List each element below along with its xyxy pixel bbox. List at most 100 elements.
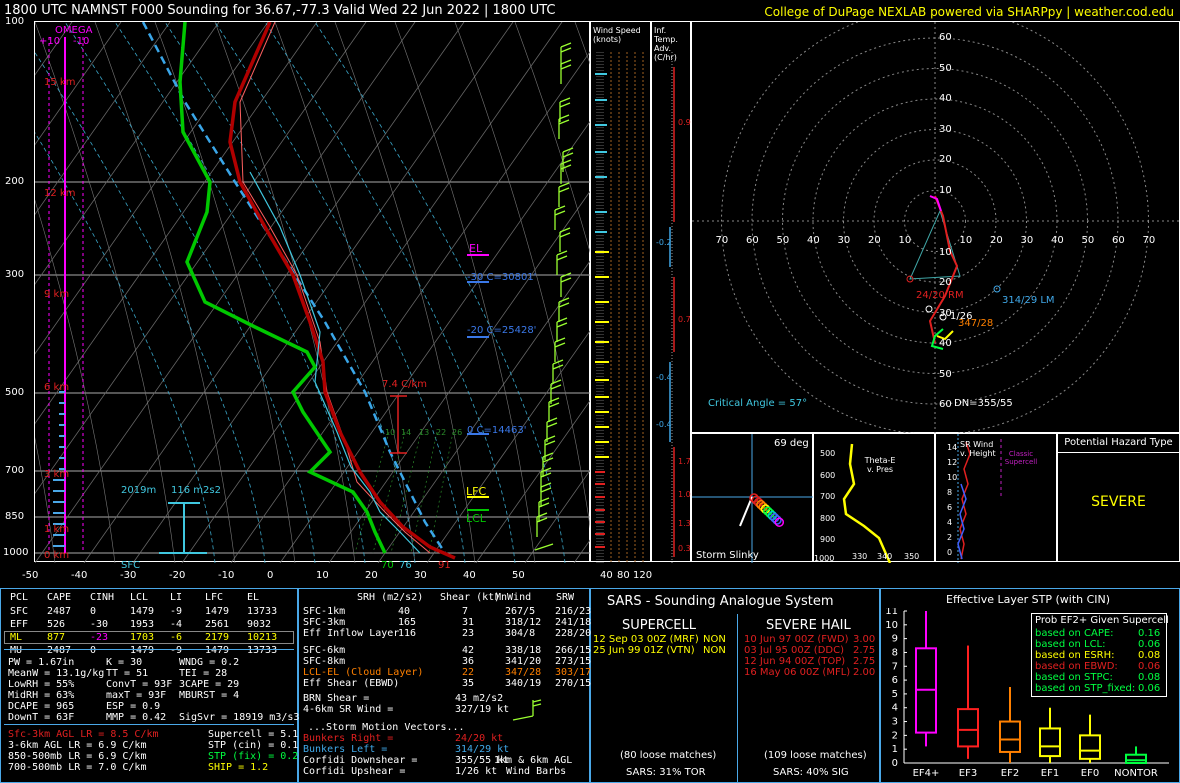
stp-ytick: 8 [892, 647, 898, 658]
wind-axis-label: 80 [617, 570, 630, 581]
kinematics-label: SFC-6km [303, 645, 346, 656]
parcel-header: CINH [90, 592, 115, 603]
thermo-divider [4, 724, 294, 725]
pressure-label: 1000 [3, 547, 29, 558]
hazard-title: Potential Hazard Type [1058, 434, 1179, 453]
thermo-value: MidRH = 63% [8, 690, 75, 701]
stp-ytick: 5 [892, 689, 898, 700]
parcel-header: PCL [10, 592, 29, 603]
kinematics-shear: 42 [462, 645, 475, 656]
mixing-ratio-label: 13 [419, 428, 430, 437]
prob-value: 0.08 [1138, 672, 1161, 683]
stp-title: Effective Layer STP (with CIN) [946, 593, 1111, 606]
pressure-label: 100 [5, 16, 25, 27]
kinematics-mnwind: 304/8 [505, 628, 536, 639]
kinematics-srw: 303/17 [555, 667, 592, 678]
temp-advection-value: 0.9 [678, 118, 691, 127]
kinematics-shear: 35 [462, 678, 475, 689]
prob-label: based on STP_fixed: [1035, 683, 1136, 694]
prob-label: based on EBWD: [1035, 661, 1118, 672]
hail-analog-date: 12 Jun 94 00Z (TOP) [744, 656, 846, 667]
thermo-value: MeanW = 13.1g/kg [8, 668, 105, 679]
kinematics-label: LCL-EL (Cloud Layer) [303, 667, 424, 678]
parcel-cell: 13733 [247, 645, 278, 656]
lapse-rate-label: 7.4 C/km [382, 379, 427, 390]
stp-box [1125, 746, 1147, 764]
kinematics-label: Eff Shear (EBWD) [303, 678, 400, 689]
hodo-axis-label: 10 [959, 235, 973, 246]
thermo-value: SigSvr = 18919 m3/s3 [179, 712, 300, 723]
pressure-label: 700 [5, 465, 25, 476]
el-label: EL [469, 242, 483, 255]
thermo-value: PW = 1.67in [8, 657, 75, 668]
temp-advection-value: 0.3 [678, 544, 691, 553]
thermo-value: WNDG = 0.2 [179, 657, 240, 668]
hodograph-plot [692, 22, 1180, 434]
mixing-ratio-label: 22 [436, 428, 447, 437]
skewt-plot [35, 22, 591, 563]
hail-analog-size: 2.75 [853, 656, 876, 667]
parcel-cell: MU [10, 645, 23, 656]
hail-analog-size: 2.75 [853, 645, 876, 656]
sars-title: SARS - Sounding Analogue System [607, 594, 834, 609]
supercell-title: SUPERCELL [622, 618, 696, 633]
stp-ytick: 3 [892, 717, 898, 728]
sfc-wetbulb: 76 [399, 560, 412, 571]
stp-category-label: EF0 [1081, 768, 1099, 778]
wind-axis-label: 120 [633, 570, 653, 581]
wind-speed-bars [595, 52, 644, 563]
temp-axis-label: -40 [71, 570, 88, 581]
height-label: 15 km [44, 77, 76, 88]
classic-supercell-label: Classic Supercell [1004, 450, 1038, 466]
slinky-title: Storm Slinky [696, 550, 759, 561]
kinematics-shear: 7 [462, 606, 469, 617]
temp-advection-value: -0.2 [656, 238, 672, 247]
parcel-cell: 1479 [205, 645, 230, 656]
slinky-plot [692, 434, 814, 563]
storm-vector-value: 24/20 kt [455, 733, 504, 744]
mixing-ratio-label: 26 [452, 428, 463, 437]
kinematics-srh: 40 [398, 606, 411, 617]
theta-pres-label: 900 [820, 535, 836, 544]
kinematics-barbs-icon [512, 699, 542, 721]
kinematics-srw: 216/23 [555, 606, 592, 617]
temp-axis-label: 30 [414, 570, 427, 581]
theta-x-label: 350 [904, 552, 920, 561]
parcel-cell: 0 [90, 606, 97, 617]
hail-analog-date: 10 Jun 97 00Z (FWD) [744, 634, 849, 645]
sr-height-label: 8 [947, 488, 953, 497]
parcel-cell: 1479 [205, 606, 230, 617]
stp-box [1039, 707, 1061, 763]
downshear-label: DN=355/55 [954, 398, 1013, 409]
stp-box [999, 687, 1021, 763]
theta-pres-label: 500 [820, 449, 836, 458]
hail-probability: SARS: 40% SIG [773, 767, 849, 778]
stp-ytick: 6 [892, 675, 898, 686]
supercell-matches: (80 loose matches) [620, 750, 717, 761]
sfc-temperature: 91 [438, 560, 451, 571]
thermo-value: maxT = 93F [106, 690, 167, 701]
kinematics-header: SRW [556, 592, 575, 603]
stp-ytick: 10 [885, 620, 898, 631]
kinematics-mnwind: 267/5 [505, 606, 536, 617]
pressure-label: 200 [5, 176, 25, 187]
temp-advection-value: 1.0 [678, 490, 691, 499]
hodo-ring-label: 50 [939, 62, 952, 74]
storm-vector-value: 43 m2/s2 [455, 693, 504, 704]
barbs-note: Wind Barbs [506, 766, 567, 777]
parcel-table-divider [4, 649, 294, 650]
temp-advection-value: 1.3 [678, 519, 691, 528]
composite-index: SHIP = 1.2 [208, 762, 269, 773]
temp-advection-panel: Inf. Temp. Adv. (C/hr) 0.9 -0.2 0.7 -0.4 -0.… [651, 21, 691, 563]
kinematics-srw: 273/15 [555, 656, 592, 667]
lapse-rate: 850-500mb LR = 6.9 C/km [8, 751, 147, 762]
stp-ytick: 11 [885, 608, 898, 617]
stp-box [915, 611, 937, 747]
kinematics-label: SFC-3km [303, 617, 346, 628]
stp-category-label: NONTOR [1114, 768, 1158, 778]
storm-slinky-panel: 69 deg Storm Slinky [691, 433, 814, 563]
lapse-rate: 3-6km AGL LR = 6.9 C/km [8, 740, 147, 751]
supercell-analog-result: NON [703, 634, 726, 645]
hodo-ring-label: 60 [939, 32, 952, 43]
height-label: 6 km [44, 382, 70, 393]
